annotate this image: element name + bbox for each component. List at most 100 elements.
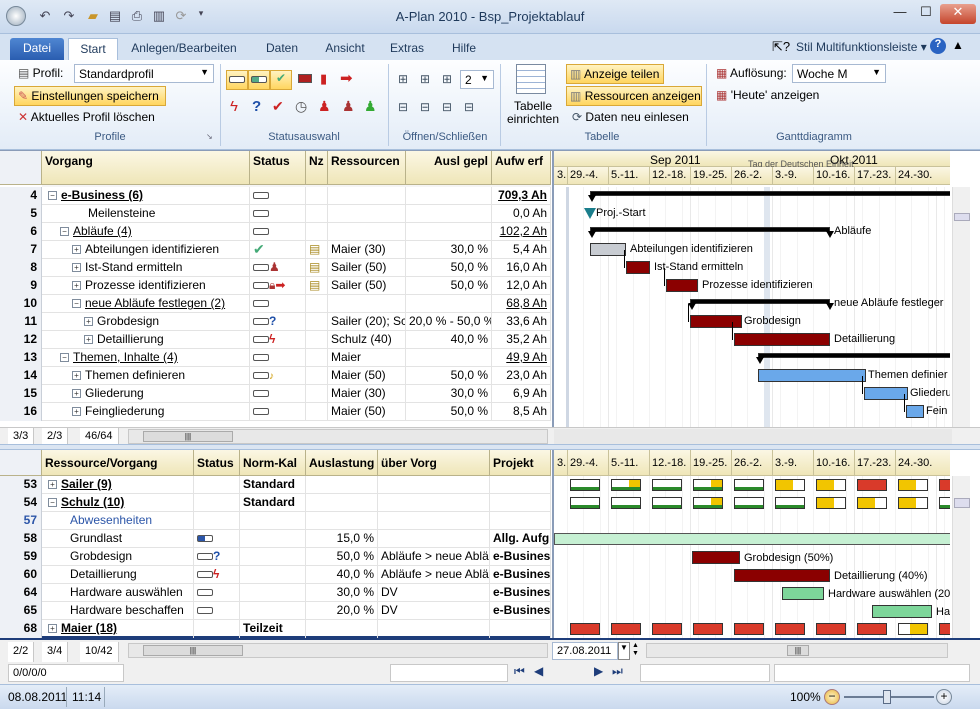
- load-cell[interactable]: [816, 479, 846, 491]
- collapse-icon[interactable]: −: [48, 498, 57, 507]
- task-note[interactable]: [306, 205, 328, 223]
- resource-load[interactable]: 15,0 %: [306, 530, 378, 548]
- resource-task[interactable]: [378, 494, 490, 512]
- load-cell[interactable]: [857, 623, 887, 635]
- level-select[interactable]: 2 ▼: [460, 70, 494, 89]
- gantt-bar[interactable]: [690, 315, 742, 328]
- resource-calendar[interactable]: [240, 566, 306, 584]
- scroll-thumb[interactable]: |||: [143, 645, 243, 656]
- task-row[interactable]: 8 + Ist-Stand ermitteln ♟ ▤ Sailer (50) 50,0 %…: [0, 259, 551, 277]
- horizontal-scrollbar[interactable]: |||: [128, 643, 548, 658]
- expand-icon[interactable]: +: [48, 480, 57, 489]
- task-ausl[interactable]: [406, 295, 492, 313]
- collapse-other-icon[interactable]: ⊟: [464, 100, 474, 114]
- resource-project[interactable]: e-Busines: [490, 566, 551, 584]
- load-cell[interactable]: [816, 497, 846, 509]
- task-name[interactable]: + Grobdesign: [42, 313, 250, 331]
- profile-select[interactable]: Standardprofil ▼: [74, 64, 214, 83]
- header-aufw-erf[interactable]: Aufw erf: [492, 151, 551, 185]
- load-cell[interactable]: [898, 623, 928, 635]
- gantt-bar[interactable]: [554, 533, 950, 545]
- status-empty-button[interactable]: [226, 70, 248, 90]
- expand-icon[interactable]: +: [84, 335, 93, 344]
- task-resources[interactable]: [328, 223, 406, 241]
- task-ausl[interactable]: 50,0 %: [406, 259, 492, 277]
- expand-selected-icon[interactable]: ⊞: [442, 72, 452, 86]
- resource-project[interactable]: e-Busines: [490, 602, 551, 620]
- resolution-select[interactable]: Woche M ▼: [792, 64, 886, 83]
- header-auslastung[interactable]: Auslastung: [306, 450, 378, 476]
- task-name[interactable]: − e-Business (6): [42, 187, 250, 205]
- gantt-bar[interactable]: [758, 353, 950, 358]
- task-resources[interactable]: [328, 295, 406, 313]
- task-note[interactable]: [306, 385, 328, 403]
- expand-icon[interactable]: +: [72, 263, 81, 272]
- resource-name[interactable]: Grundlast: [42, 530, 194, 548]
- header-status[interactable]: Status: [250, 151, 306, 185]
- collapse-level-icon[interactable]: ⊟: [398, 100, 408, 114]
- first-record-icon[interactable]: ⏮: [514, 664, 525, 679]
- task-row[interactable]: 12 + Detaillierung ϟ Schulz (40) 40,0 % 35,2 A…: [0, 331, 551, 349]
- pager-count[interactable]: 10/42: [80, 642, 119, 662]
- prev-record-icon[interactable]: ◀: [534, 664, 543, 678]
- resource-calendar[interactable]: Standard: [240, 494, 306, 512]
- gantt-bar[interactable]: [734, 569, 830, 582]
- milestone-marker[interactable]: [584, 208, 596, 219]
- resource-status[interactable]: [194, 620, 240, 638]
- load-cell[interactable]: [775, 479, 805, 491]
- resource-name[interactable]: Hardware auswählen: [42, 584, 194, 602]
- load-cell[interactable]: [693, 497, 723, 509]
- load-cell[interactable]: [939, 497, 950, 509]
- save-settings-button[interactable]: ✎ Einstellungen speichern: [14, 86, 166, 106]
- task-status[interactable]: [250, 223, 306, 241]
- load-cell[interactable]: [693, 623, 723, 635]
- resource-load[interactable]: 50,0 %: [306, 548, 378, 566]
- expand-all-icon[interactable]: ⊞: [420, 72, 430, 86]
- task-name[interactable]: + Themen definieren: [42, 367, 250, 385]
- header-ausl-gepl[interactable]: Ausl gepl: [406, 151, 492, 185]
- load-cell[interactable]: [652, 623, 682, 635]
- resource-task[interactable]: Abläufe > neue Ablä: [378, 566, 490, 584]
- task-status[interactable]: ϟ: [250, 331, 306, 349]
- gantt-bar[interactable]: [690, 299, 830, 304]
- load-cell[interactable]: [611, 479, 641, 491]
- collapse-icon[interactable]: −: [60, 353, 69, 362]
- task-note[interactable]: [306, 313, 328, 331]
- last-record-icon[interactable]: ⏭: [612, 664, 623, 679]
- task-aufwand[interactable]: 16,0 Ah: [492, 259, 551, 277]
- task-name[interactable]: + Abteilungen identifizieren: [42, 241, 250, 259]
- expand-icon[interactable]: +: [84, 317, 93, 326]
- task-note[interactable]: [306, 367, 328, 385]
- status-clock-icon[interactable]: ◷: [295, 98, 307, 115]
- expand-icon[interactable]: +: [72, 389, 81, 398]
- resource-name[interactable]: Hardware beschaffen: [42, 602, 194, 620]
- status-person-plus-icon[interactable]: ♟: [364, 98, 377, 115]
- resource-project[interactable]: e-Busines: [490, 584, 551, 602]
- task-resources[interactable]: Maier: [328, 349, 406, 367]
- tab-anlegen-bearbeiten[interactable]: Anlegen/Bearbeiten: [126, 38, 242, 60]
- resource-calendar[interactable]: Teilzeit: [240, 620, 306, 638]
- gantt-horizontal-scrollbar[interactable]: [554, 429, 952, 444]
- resource-project[interactable]: [490, 494, 551, 512]
- status-flag-icon[interactable]: ▮: [320, 71, 327, 87]
- resource-task[interactable]: [378, 620, 490, 638]
- task-aufwand[interactable]: 49,9 Ah: [492, 349, 551, 367]
- header-nz[interactable]: Nz: [306, 151, 328, 185]
- zoom-slider-thumb[interactable]: [883, 690, 891, 704]
- resource-calendar[interactable]: [240, 602, 306, 620]
- show-today-button[interactable]: ▦ 'Heute' anzeigen: [716, 88, 819, 102]
- resource-row[interactable]: 54− Schulz (10) Standard: [0, 494, 551, 512]
- task-aufwand[interactable]: 23,0 Ah: [492, 367, 551, 385]
- task-row[interactable]: 7 + Abteilungen identifizieren ✔ ▤ Maier (30)…: [0, 241, 551, 259]
- status-person-icon[interactable]: ♟: [318, 98, 331, 115]
- load-cell[interactable]: [611, 497, 641, 509]
- ribbon-collapse-icon[interactable]: ▲: [952, 38, 964, 52]
- vertical-scrollbar[interactable]: [952, 476, 970, 638]
- task-ausl[interactable]: 50,0 %: [406, 403, 492, 421]
- date-spin-icon[interactable]: ▲ ▼: [632, 642, 642, 660]
- task-resources[interactable]: Sailer (50): [328, 259, 406, 277]
- resource-status[interactable]: [194, 494, 240, 512]
- status-red-icon[interactable]: [298, 74, 312, 83]
- load-cell[interactable]: [570, 623, 600, 635]
- task-note[interactable]: [306, 223, 328, 241]
